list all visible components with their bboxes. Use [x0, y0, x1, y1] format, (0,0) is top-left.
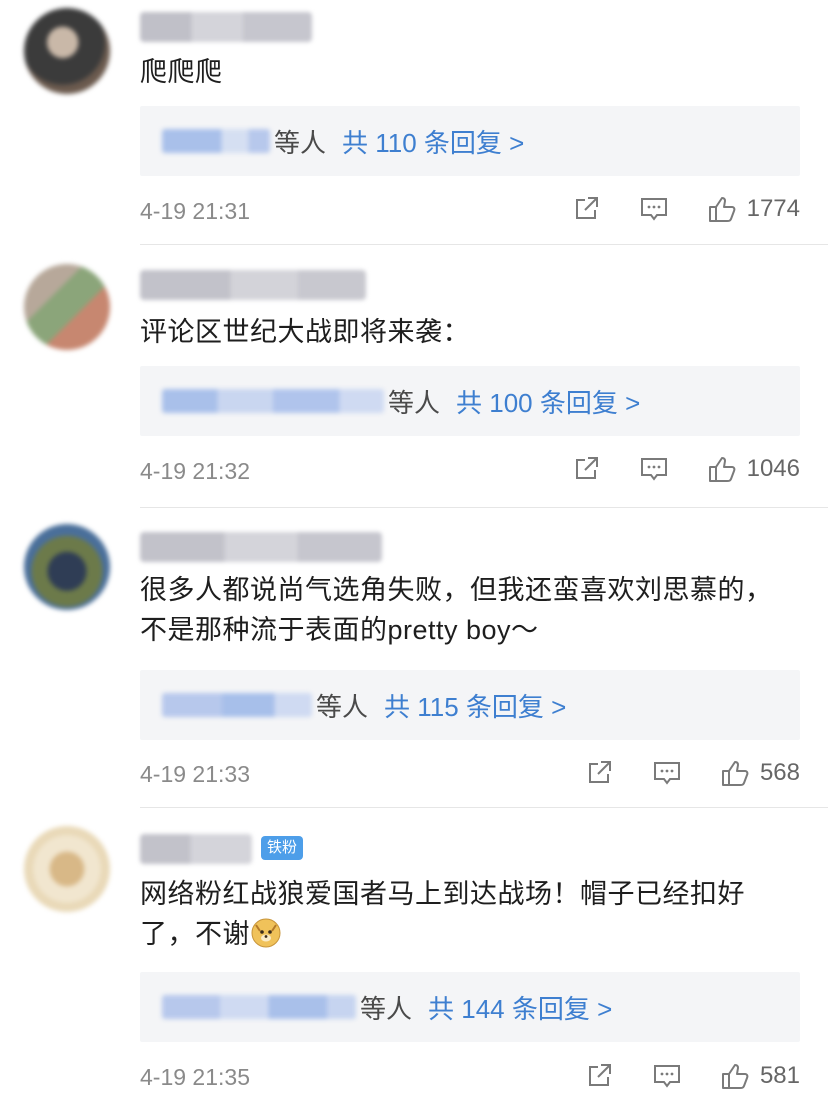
comment-text: 网络粉红战狼爱国者马上到达战场！帽子已经扣好了，不谢	[140, 874, 790, 954]
comment-item: 很多人都说尚气选角失败，但我还蛮喜欢刘思慕的，不是那种流于表面的pretty b…	[0, 508, 828, 808]
avatar[interactable]	[24, 264, 110, 350]
username[interactable]	[140, 270, 366, 300]
thumb-up-icon[interactable]	[707, 454, 737, 484]
timestamp: 4-19 21:31	[140, 198, 250, 224]
share-icon[interactable]	[571, 194, 601, 224]
reply-total-link[interactable]: 共 115 条回复 >	[384, 687, 566, 724]
thumb-up-icon[interactable]	[720, 758, 750, 788]
like-count: 1774	[746, 195, 800, 222]
timestamp: 4-19 21:32	[140, 458, 250, 484]
reply-suffix: 等人	[274, 127, 327, 158]
reply-total-link[interactable]: 共 110 条回复 >	[342, 123, 524, 160]
reply-suffix: 等人	[388, 387, 441, 418]
avatar[interactable]	[24, 826, 110, 912]
share-icon[interactable]	[571, 454, 601, 484]
doge-emoji-icon	[250, 917, 282, 949]
comment-icon[interactable]	[639, 454, 669, 484]
reply-preview[interactable]: 等人 共 144 条回复 >	[140, 972, 800, 1042]
reply-suffix: 等人	[316, 691, 369, 722]
comment-item: 铁粉 网络粉红战狼爱国者马上到达战场！帽子已经扣好了，不谢 等人 共 144 条…	[0, 808, 828, 1102]
avatar[interactable]	[24, 524, 110, 610]
like-count: 568	[759, 759, 800, 786]
reply-user-names[interactable]	[162, 995, 356, 1019]
like-count: 581	[759, 1062, 800, 1089]
comment-actions: 1774	[571, 194, 800, 224]
comment-icon[interactable]	[639, 194, 669, 224]
share-icon[interactable]	[584, 1061, 614, 1091]
reply-suffix: 等人	[360, 993, 413, 1024]
timestamp: 4-19 21:35	[140, 1064, 250, 1090]
avatar[interactable]	[24, 8, 110, 94]
comment-item: 评论区世纪大战即将来袭： 等人 共 100 条回复 > 4-19 21:32 1…	[0, 246, 828, 508]
username[interactable]	[140, 532, 382, 562]
share-icon[interactable]	[584, 758, 614, 788]
username[interactable]	[140, 834, 252, 864]
comment-item: 爬爬爬 等人 共 110 条回复 > 4-19 21:31 1774	[0, 0, 828, 245]
reply-user-names[interactable]	[162, 129, 270, 153]
divider	[140, 244, 828, 245]
reply-total-link[interactable]: 共 100 条回复 >	[456, 383, 640, 420]
comment-actions: 1046	[571, 454, 800, 484]
timestamp: 4-19 21:33	[140, 761, 250, 787]
comment-text: 爬爬爬	[140, 57, 223, 87]
reply-preview[interactable]: 等人 共 115 条回复 >	[140, 670, 800, 740]
reply-preview[interactable]: 等人 共 110 条回复 >	[140, 106, 800, 176]
iron-fan-badge: 铁粉	[261, 836, 304, 860]
reply-preview[interactable]: 等人 共 100 条回复 >	[140, 366, 800, 436]
comment-actions: 581	[584, 1061, 800, 1091]
reply-user-names[interactable]	[162, 693, 312, 717]
comment-text: 很多人都说尚气选角失败，但我还蛮喜欢刘思慕的，不是那种流于表面的pretty b…	[140, 575, 773, 645]
thumb-up-icon[interactable]	[720, 1061, 750, 1091]
thumb-up-icon[interactable]	[707, 194, 737, 224]
comment-text-body: 网络粉红战狼爱国者马上到达战场！帽子已经扣好了，不谢	[140, 879, 745, 949]
comment-icon[interactable]	[652, 758, 682, 788]
like-count: 1046	[746, 455, 800, 482]
username[interactable]	[140, 12, 312, 42]
comment-actions: 568	[584, 758, 800, 788]
comment-text: 评论区世纪大战即将来袭：	[140, 317, 470, 347]
reply-user-names[interactable]	[162, 389, 384, 413]
comment-icon[interactable]	[652, 1061, 682, 1091]
reply-total-link[interactable]: 共 144 条回复 >	[428, 989, 612, 1026]
